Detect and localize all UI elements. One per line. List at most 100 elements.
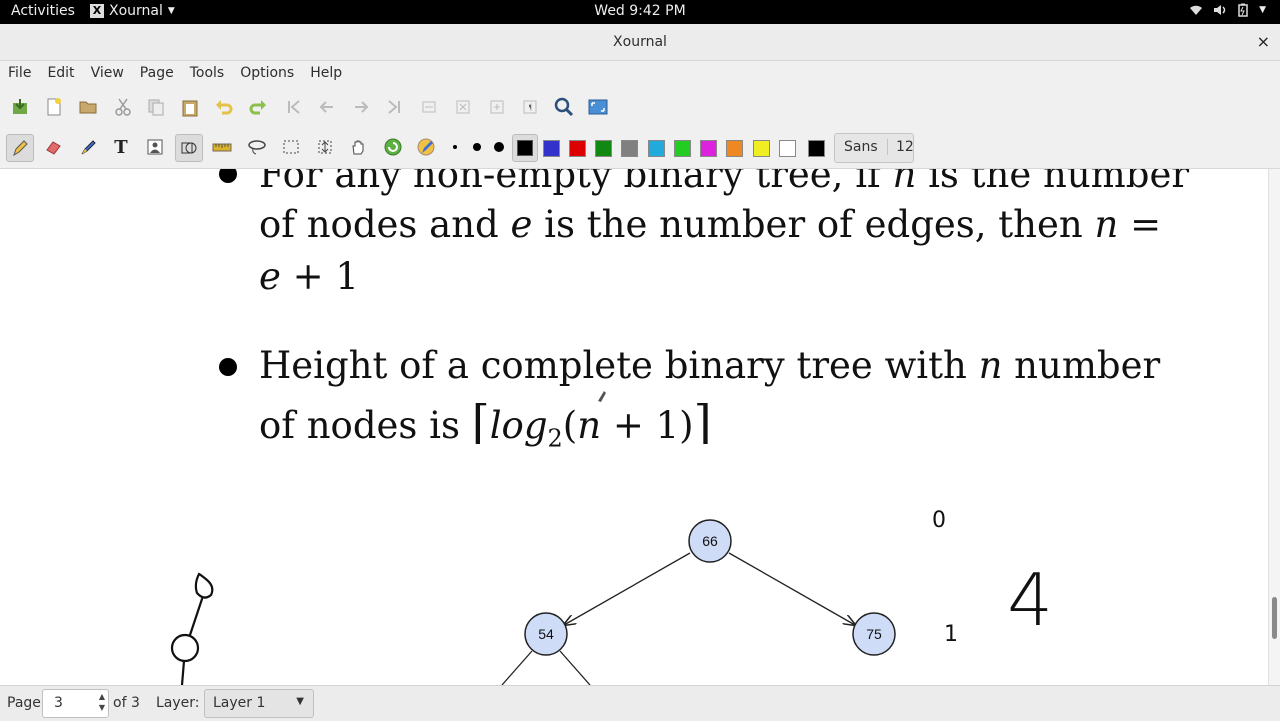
tree-node-54: 54 xyxy=(524,612,568,656)
color-swatch-white[interactable] xyxy=(779,140,796,157)
thickness-medium-button[interactable] xyxy=(465,135,489,159)
scrollbar-thumb[interactable] xyxy=(1272,597,1277,639)
next-page-button[interactable] xyxy=(349,95,373,119)
undo-icon xyxy=(216,100,233,115)
menu-edit[interactable]: Edit xyxy=(39,61,82,86)
zoom-one-icon xyxy=(523,100,537,114)
svg-text:54: 54 xyxy=(538,626,554,642)
page-number-value: 3 xyxy=(54,695,63,711)
page-number-input[interactable]: 3 ▲ ▼ xyxy=(42,689,109,718)
rect-select-icon xyxy=(283,140,299,154)
document-canvas[interactable]: For any non-empty binary tree, if n is t… xyxy=(0,169,1268,685)
close-window-button[interactable]: × xyxy=(1257,32,1270,51)
eraser-tool-button[interactable] xyxy=(41,135,65,159)
edge-66-75 xyxy=(728,552,855,625)
default-tools-button[interactable] xyxy=(381,135,405,159)
first-page-icon xyxy=(288,100,300,114)
fullscreen-button[interactable] xyxy=(586,95,610,119)
hand-tool-button[interactable] xyxy=(346,135,370,159)
highlighter-icon xyxy=(81,140,96,155)
menu-file[interactable]: File xyxy=(0,61,39,86)
tool-toolbar: T xyxy=(0,128,1280,169)
zoom-page-button[interactable] xyxy=(451,95,475,119)
pen-default-button[interactable] xyxy=(414,135,438,159)
menu-bar: File Edit View Page Tools Options Help xyxy=(0,61,1280,86)
color-swatch-black xyxy=(517,140,533,156)
layer-dropdown[interactable]: Layer 1 ▼ xyxy=(204,689,314,718)
rect-select-button[interactable] xyxy=(279,135,303,159)
save-button[interactable] xyxy=(8,95,32,119)
zoom-reset-button[interactable] xyxy=(518,95,542,119)
thickness-thick-button[interactable] xyxy=(487,135,511,159)
handdrawn-tree-sketch xyxy=(170,572,214,685)
ruler-icon xyxy=(212,143,232,152)
lasso-select-button[interactable] xyxy=(245,135,269,159)
menu-view[interactable]: View xyxy=(83,61,132,86)
previous-page-button[interactable] xyxy=(315,95,339,119)
copy-icon xyxy=(148,99,164,116)
undo-button[interactable] xyxy=(212,95,236,119)
cut-button[interactable] xyxy=(111,95,135,119)
lasso-icon xyxy=(248,140,266,155)
dot-medium-icon xyxy=(473,143,481,151)
last-page-button[interactable] xyxy=(382,95,406,119)
pen-tool-button[interactable] xyxy=(6,134,34,162)
ruler-button[interactable] xyxy=(210,135,234,159)
font-name: Sans xyxy=(844,139,878,155)
paste-button[interactable] xyxy=(178,95,202,119)
color-swatch-light-blue[interactable] xyxy=(648,140,665,157)
shape-recognizer-button[interactable] xyxy=(175,134,203,162)
color-swatch-custom[interactable] xyxy=(808,140,825,157)
page-width-icon xyxy=(422,101,436,113)
menu-help[interactable]: Help xyxy=(302,61,350,86)
color-swatch-red[interactable] xyxy=(569,140,586,157)
highlighter-tool-button[interactable] xyxy=(76,135,100,159)
clock[interactable]: Wed 9:42 PM xyxy=(0,3,1280,19)
page-spinner[interactable]: ▲ ▼ xyxy=(99,691,105,713)
page-content: For any non-empty binary tree, if n is t… xyxy=(0,169,1268,685)
magnifier-icon xyxy=(554,97,574,117)
vertical-space-button[interactable] xyxy=(313,135,337,159)
wifi-icon xyxy=(1190,5,1203,15)
new-file-button[interactable] xyxy=(42,95,66,119)
color-swatch-orange[interactable] xyxy=(726,140,743,157)
open-file-button[interactable] xyxy=(76,95,100,119)
system-top-bar: Activities X Xournal ▼ Wed 9:42 PM ▼ xyxy=(0,0,1280,24)
zoom-button[interactable] xyxy=(552,95,576,119)
edge-54-down-left xyxy=(501,650,533,685)
hand-icon xyxy=(352,140,364,155)
svg-text:75: 75 xyxy=(866,626,882,642)
thickness-fine-button[interactable] xyxy=(443,135,467,159)
redo-button[interactable] xyxy=(246,95,270,119)
zoom-in-button[interactable] xyxy=(485,95,509,119)
first-page-button[interactable] xyxy=(282,95,306,119)
color-black-selected[interactable] xyxy=(512,134,538,162)
eraser-icon xyxy=(46,141,61,155)
menu-options[interactable]: Options xyxy=(232,61,302,86)
zoom-width-button[interactable] xyxy=(417,95,441,119)
pen-icon xyxy=(13,140,28,157)
text-icon: T xyxy=(114,136,128,158)
color-swatch-green[interactable] xyxy=(595,140,612,157)
menu-tools[interactable]: Tools xyxy=(182,61,233,86)
color-swatch-magenta[interactable] xyxy=(700,140,717,157)
menu-page[interactable]: Page xyxy=(132,61,182,86)
save-icon xyxy=(13,99,27,114)
text-tool-button[interactable]: T xyxy=(109,135,133,159)
pen-shapes-icon xyxy=(417,138,435,156)
font-selector-button[interactable]: Sans 12 xyxy=(834,133,914,163)
image-tool-button[interactable] xyxy=(143,135,167,159)
dot-large-icon xyxy=(494,142,504,152)
image-icon xyxy=(147,139,163,155)
handwritten-digit-4: 4 xyxy=(1007,558,1053,642)
redo-icon xyxy=(249,100,266,115)
color-swatch-blue[interactable] xyxy=(543,140,560,157)
copy-button[interactable] xyxy=(144,95,168,119)
vertical-scrollbar[interactable] xyxy=(1268,169,1280,685)
system-tray[interactable]: ▼ xyxy=(1189,3,1266,17)
window-titlebar: Xournal × xyxy=(0,24,1280,61)
edge-66-54 xyxy=(564,552,691,625)
color-swatch-light-green[interactable] xyxy=(674,140,691,157)
color-swatch-yellow[interactable] xyxy=(753,140,770,157)
color-swatch-gray[interactable] xyxy=(621,140,638,157)
